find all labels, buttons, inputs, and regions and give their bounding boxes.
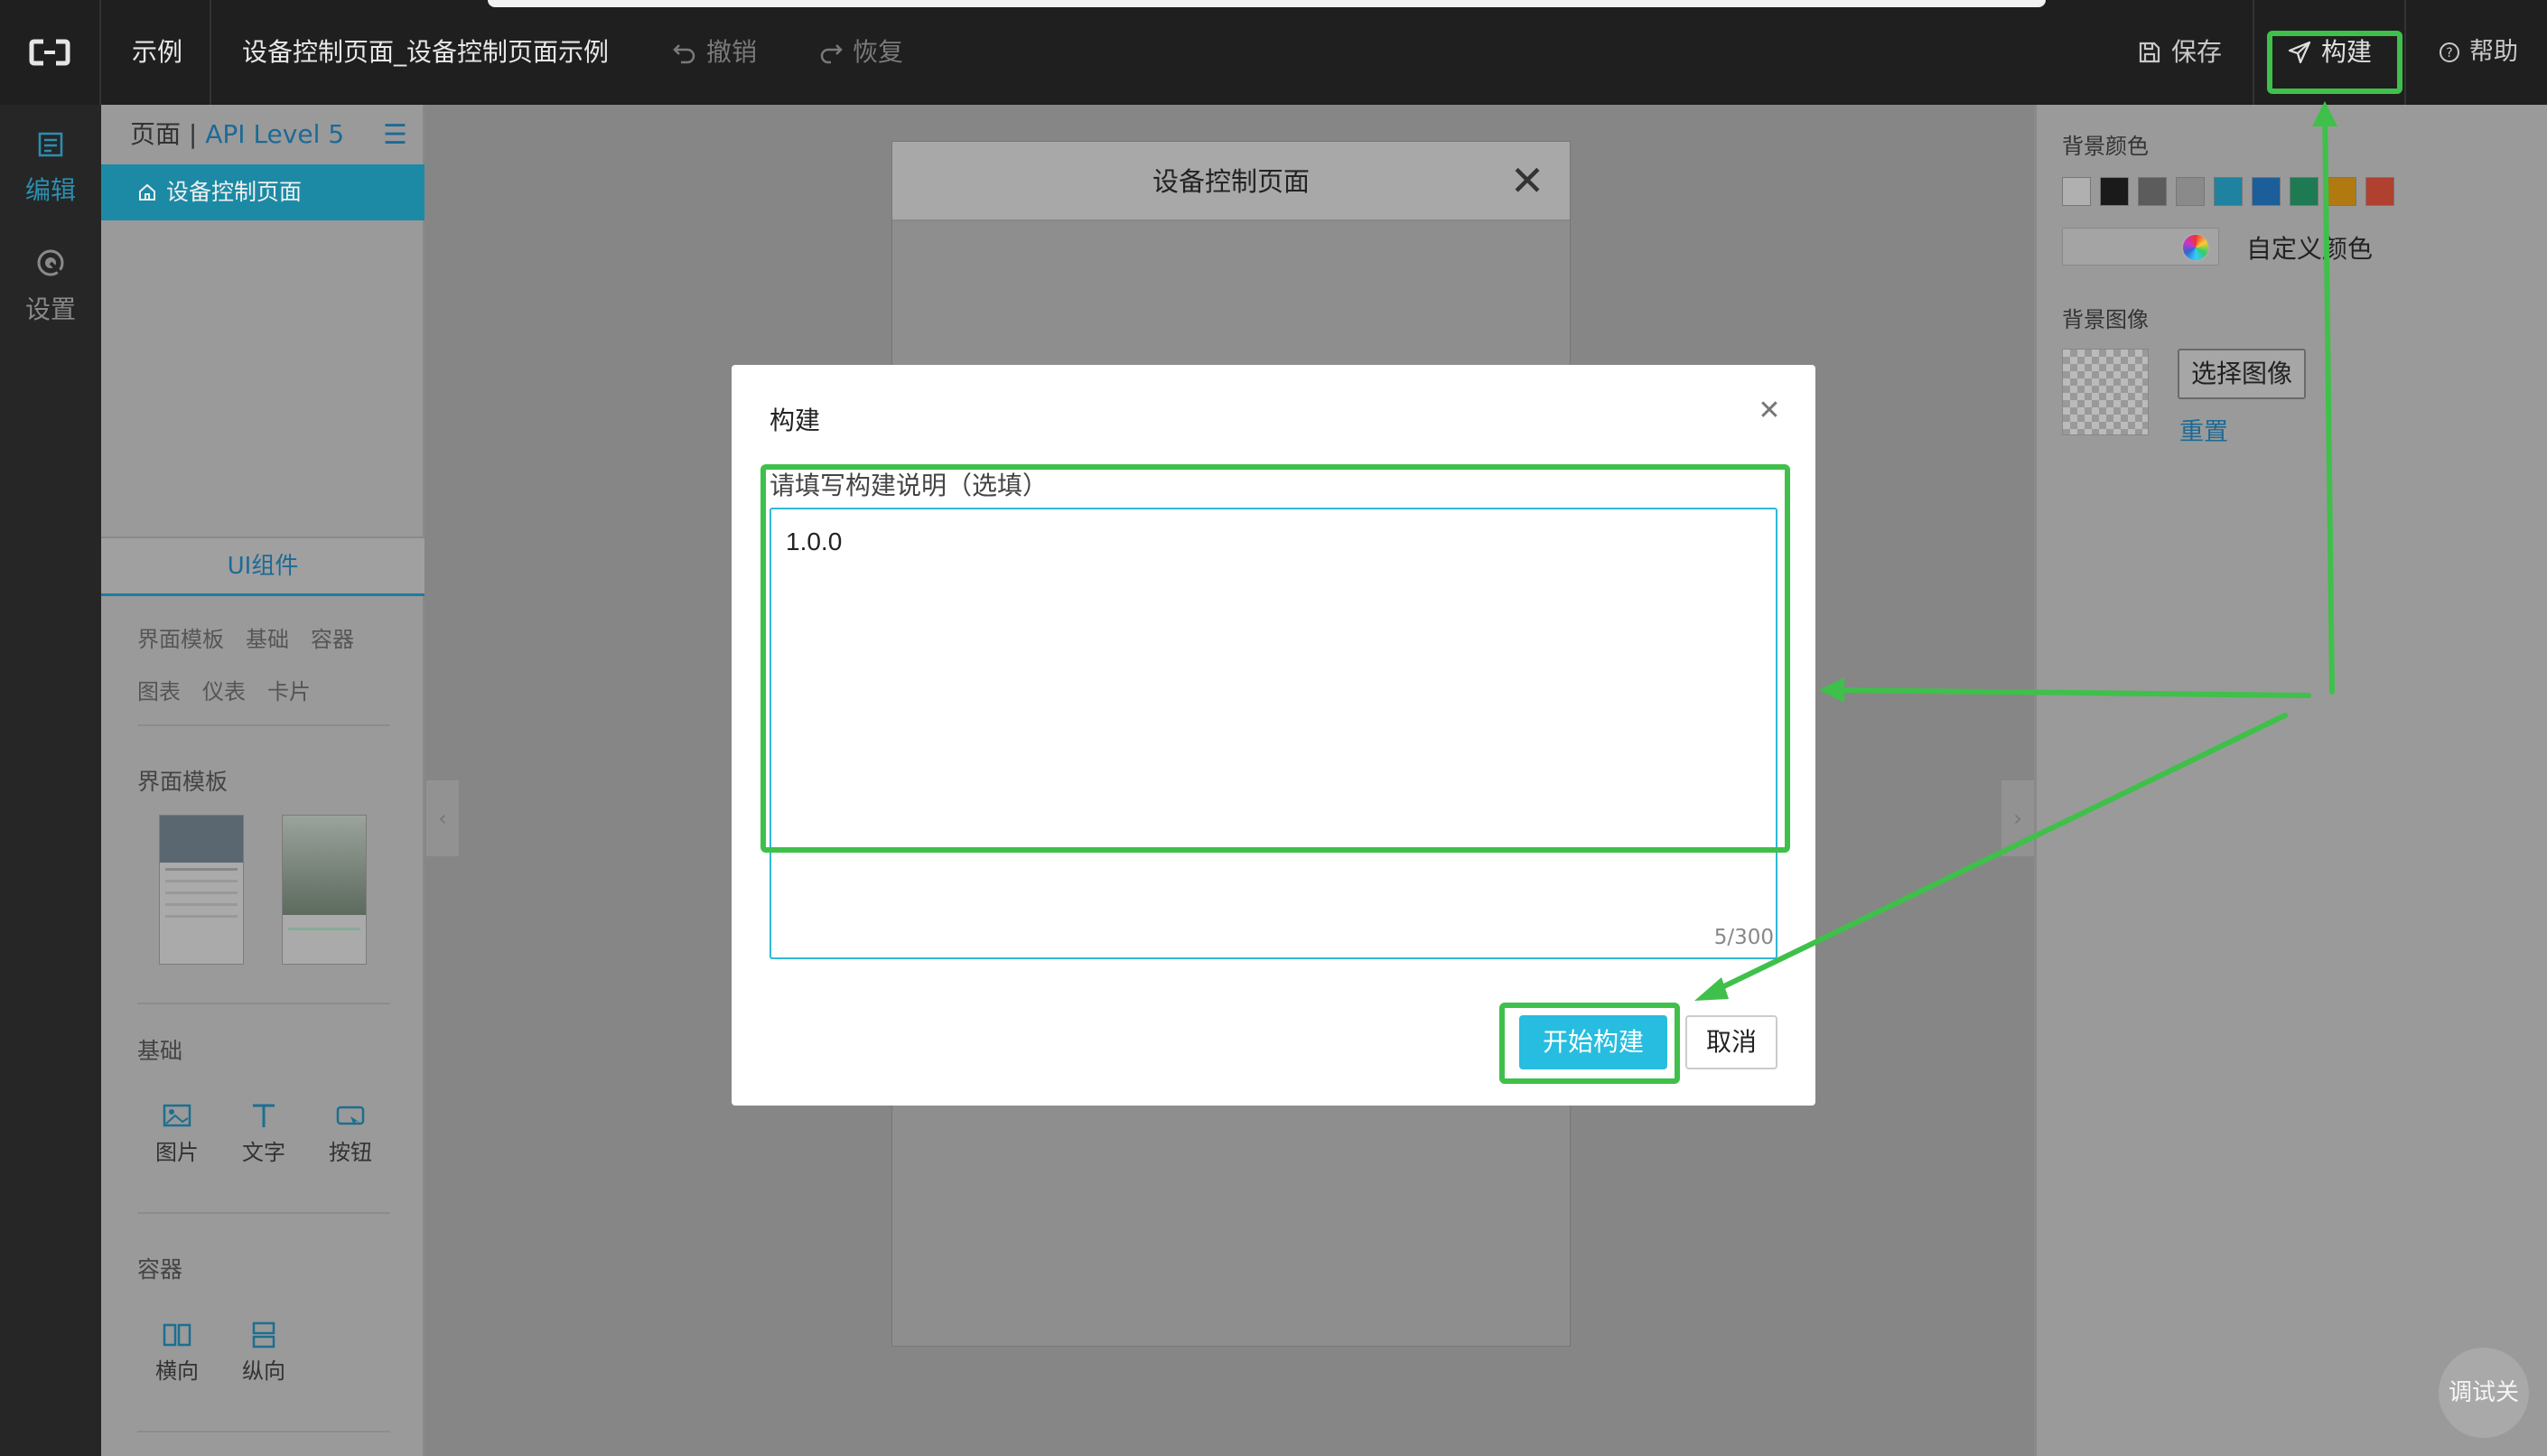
- arrowhead: [1819, 677, 1844, 703]
- annotation-arrow-diag: [1703, 713, 2288, 998]
- arrowhead: [1694, 977, 1729, 1001]
- debug-toggle-button[interactable]: 调试关: [2439, 1348, 2529, 1438]
- annotation-arrow-up: [2322, 104, 2335, 695]
- annotation-arrows: [1694, 101, 2337, 1001]
- arrowhead: [2312, 101, 2337, 126]
- annotation-arrow-left: [1831, 687, 2311, 698]
